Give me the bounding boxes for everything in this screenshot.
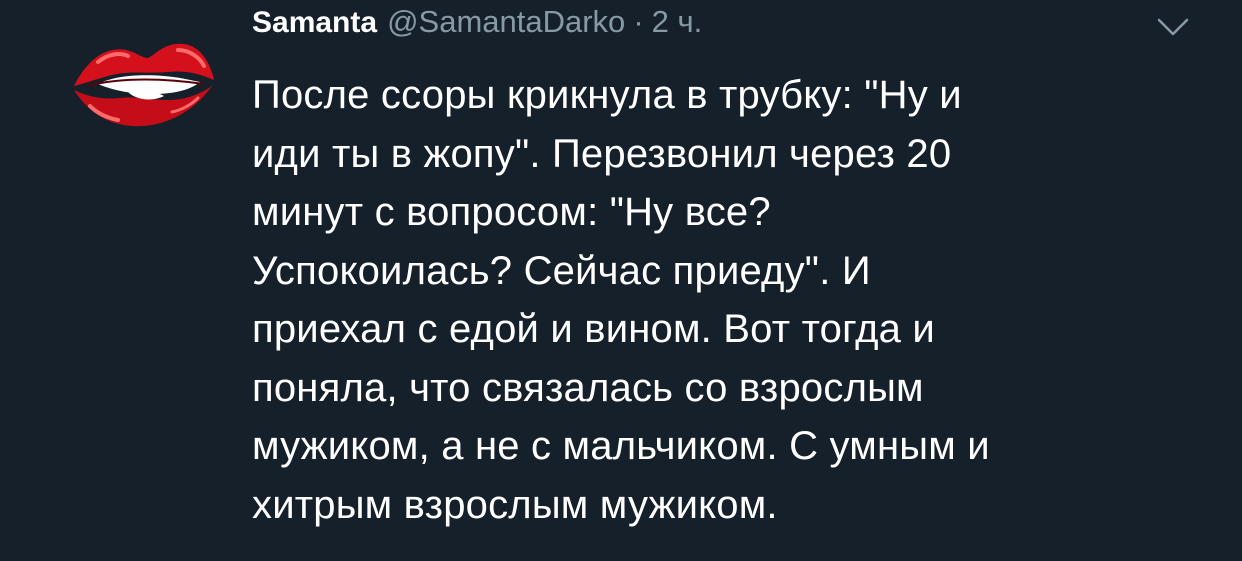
- tweet-text-line: После ссоры крикнула в трубку: "Ну и: [252, 73, 962, 117]
- display-name[interactable]: Samanta: [252, 6, 377, 40]
- avatar[interactable]: [68, 40, 218, 130]
- timestamp[interactable]: 2 ч.: [652, 4, 703, 40]
- tweet-text: После ссоры крикнула в трубку: "Ну и иди…: [252, 66, 1192, 534]
- chevron-down-icon[interactable]: [1156, 16, 1190, 38]
- red-lips-icon: [74, 43, 214, 127]
- tweet-text-line: Успокоилась? Сейчас приеду". И: [252, 248, 871, 293]
- tweet-text-line: иди ты в жопу". Перезвонил через 20: [252, 131, 952, 176]
- user-handle[interactable]: @SamantaDarko: [387, 4, 625, 40]
- tweet-text-line: поняла, что связалась со взрослым: [252, 365, 924, 410]
- tweet-text-line: минут с вопросом: "Ну все?: [252, 190, 771, 234]
- tweet[interactable]: Samanta @SamantaDarko · 2 ч. После ссоры…: [0, 0, 1242, 561]
- tweet-text-line: приехал с едой и вином. Вот тогда и: [252, 307, 935, 351]
- tweet-text-line: хитрым взрослым мужиком.: [252, 482, 778, 527]
- separator-dot: ·: [633, 4, 644, 39]
- tweet-header: Samanta @SamantaDarko · 2 ч.: [252, 4, 702, 48]
- tweet-text-line: мужиком, а не с мальчиком. С умным и: [252, 424, 990, 468]
